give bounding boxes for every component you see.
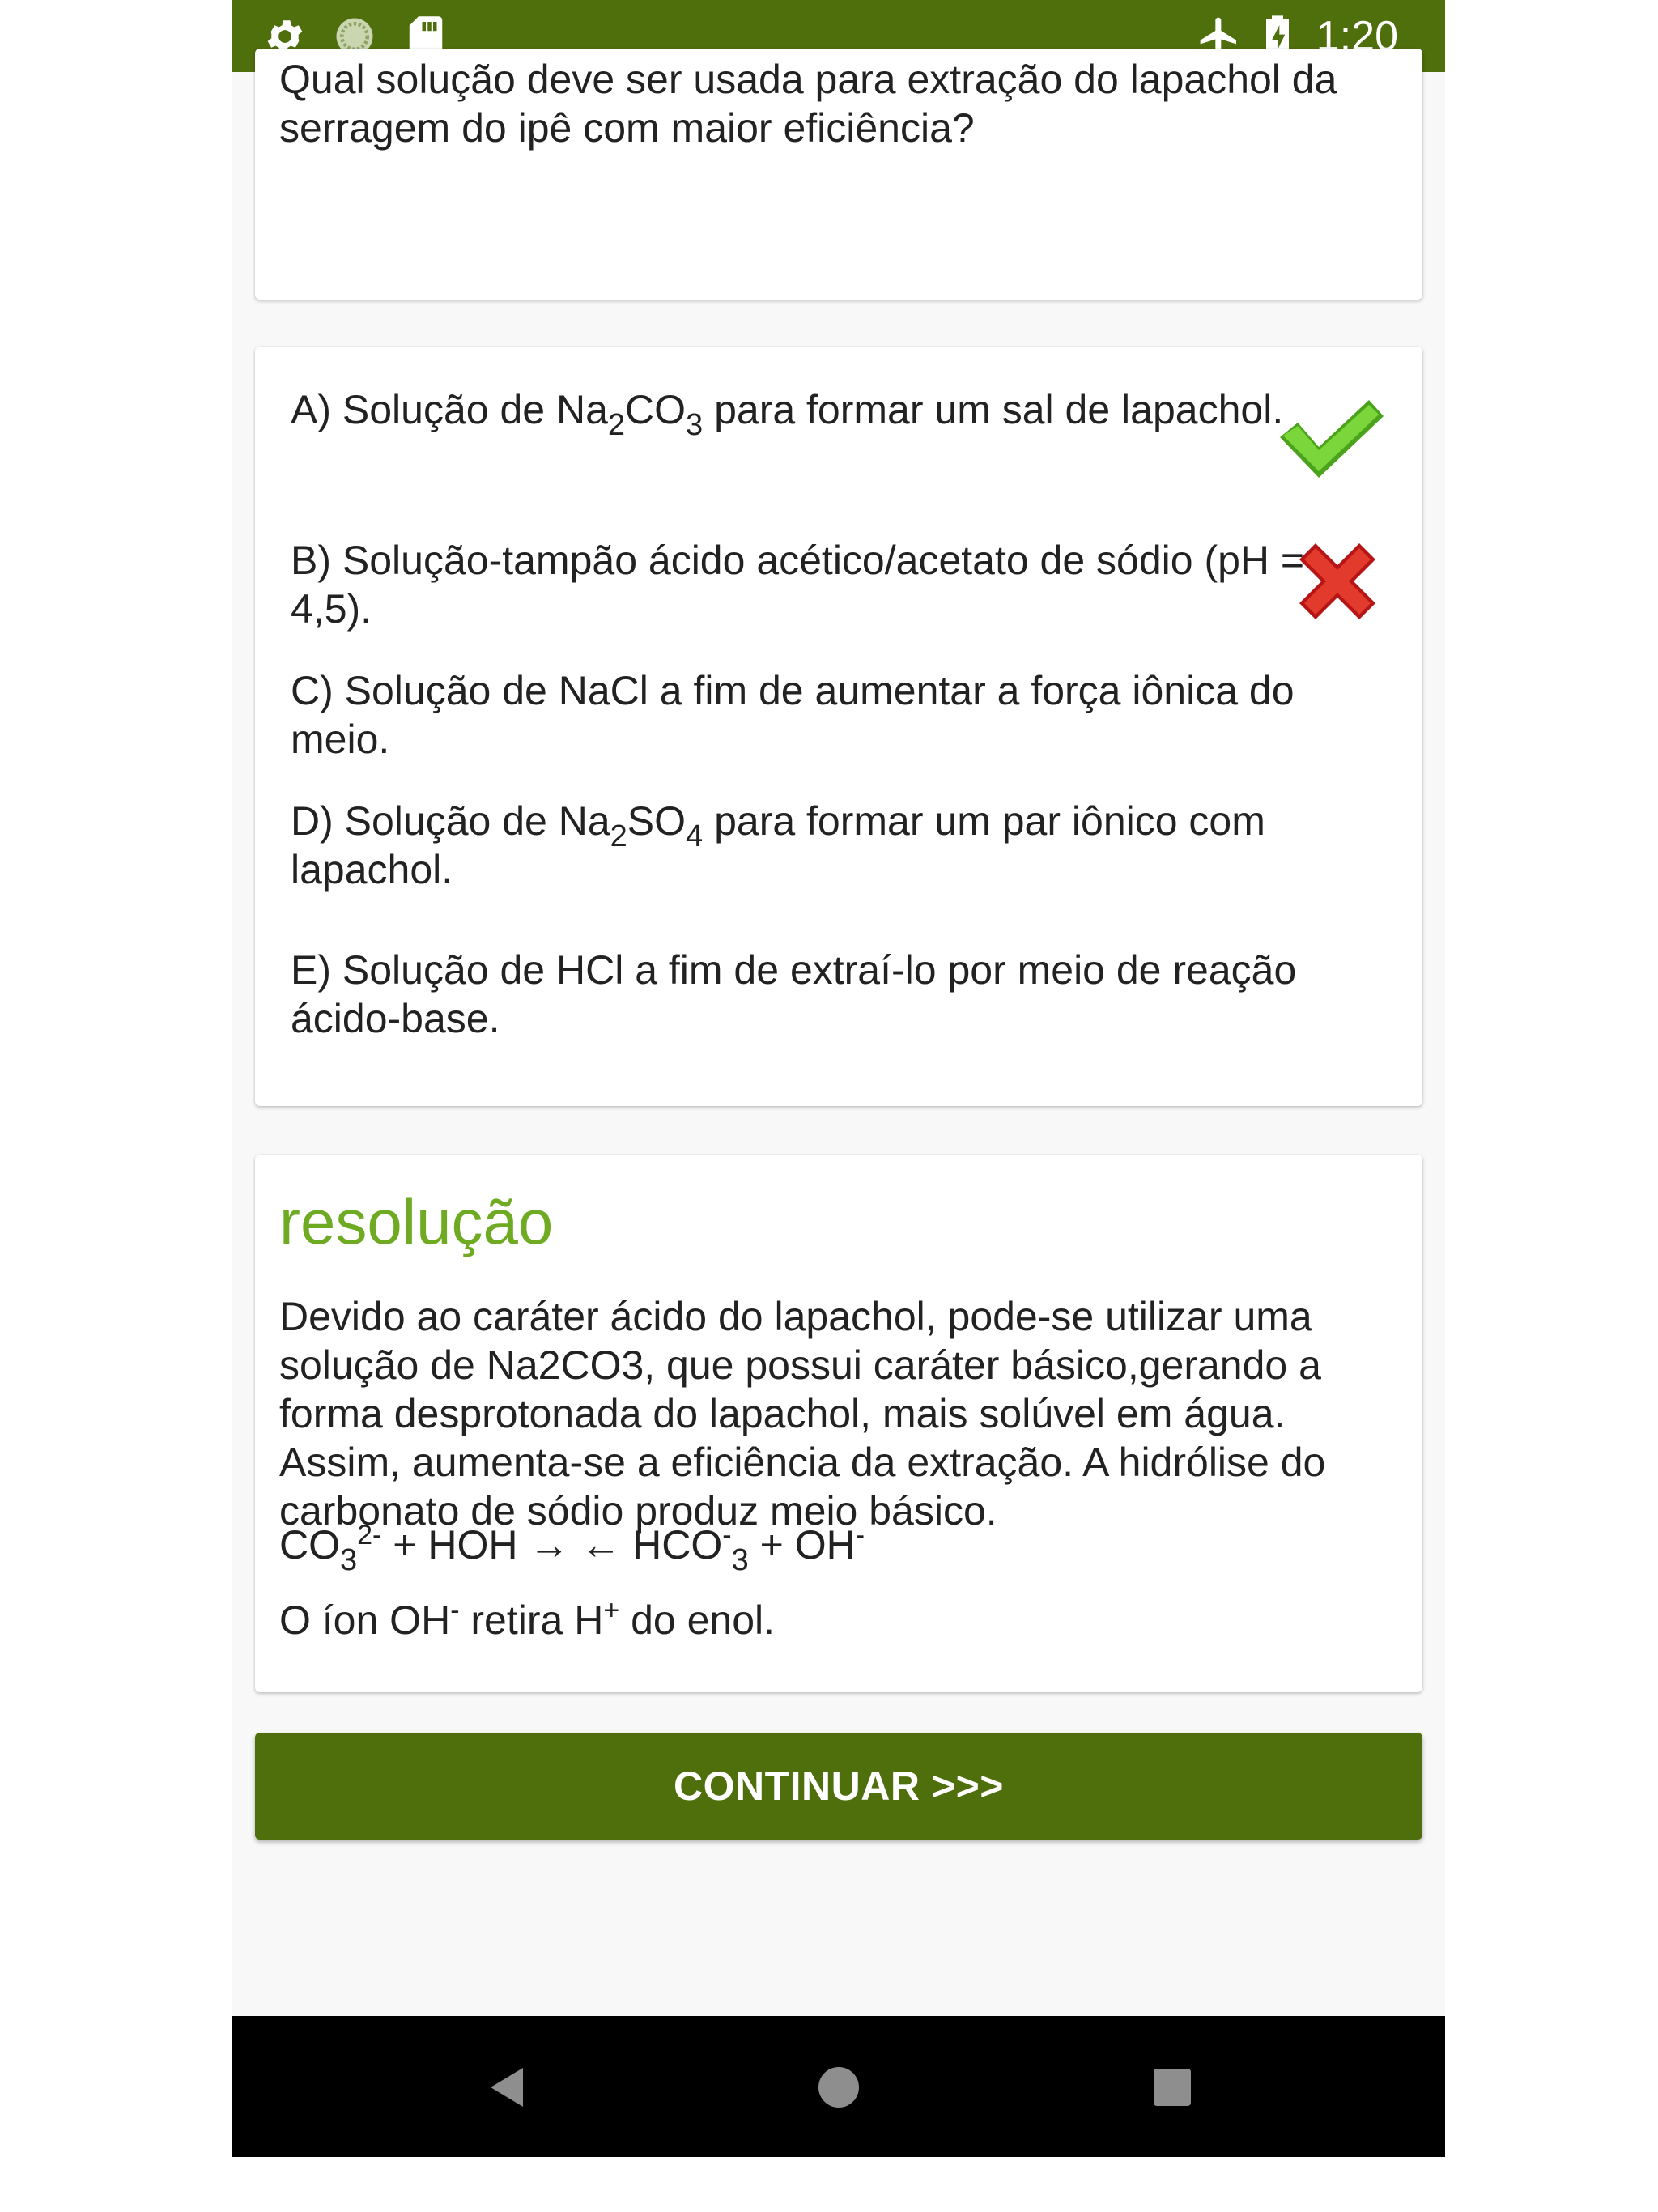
option-e[interactable]: E) Solução de HCl a fim de extraí-lo por…	[291, 946, 1311, 1043]
reaction-formula: CO32- + HOH → ← HCO-3 + OH-	[279, 1520, 865, 1577]
continue-button[interactable]: CONTINUAR >>>	[255, 1733, 1422, 1840]
navigation-bar	[232, 2016, 1445, 2157]
home-circle-icon[interactable]	[810, 2058, 868, 2116]
correct-check-icon	[1275, 397, 1388, 490]
question-card: Qual solução deve ser usada para extraçã…	[255, 49, 1422, 300]
option-d[interactable]: D) Solução de Na2SO4 para formar um par …	[291, 797, 1311, 894]
options-card: A) Solução de Na2CO3 para formar um sal …	[255, 347, 1422, 1106]
resolution-card: resolução Devido ao caráter ácido do lap…	[255, 1155, 1422, 1692]
question-text: Qual solução deve ser usada para extraçã…	[279, 57, 1337, 151]
option-c[interactable]: C) Solução de NaCl a fim de aumentar a f…	[291, 666, 1311, 764]
resolution-text: Devido ao caráter ácido do lapachol, pod…	[279, 1294, 1326, 1534]
option-a[interactable]: A) Solução de Na2CO3 para formar um sal …	[291, 385, 1311, 440]
resolution-note: O íon OH- retira H+ do enol.	[279, 1595, 776, 1643]
option-b[interactable]: B) Solução-tampão ácido acético/acetato …	[291, 536, 1311, 633]
back-triangle-icon[interactable]	[477, 2058, 535, 2116]
phone-screen: 1:20 Qual solução deve ser usada para ex…	[232, 0, 1445, 2157]
recents-square-icon[interactable]	[1143, 2058, 1201, 2116]
wrong-cross-icon	[1293, 537, 1382, 630]
resolution-title: resolução	[279, 1186, 554, 1257]
